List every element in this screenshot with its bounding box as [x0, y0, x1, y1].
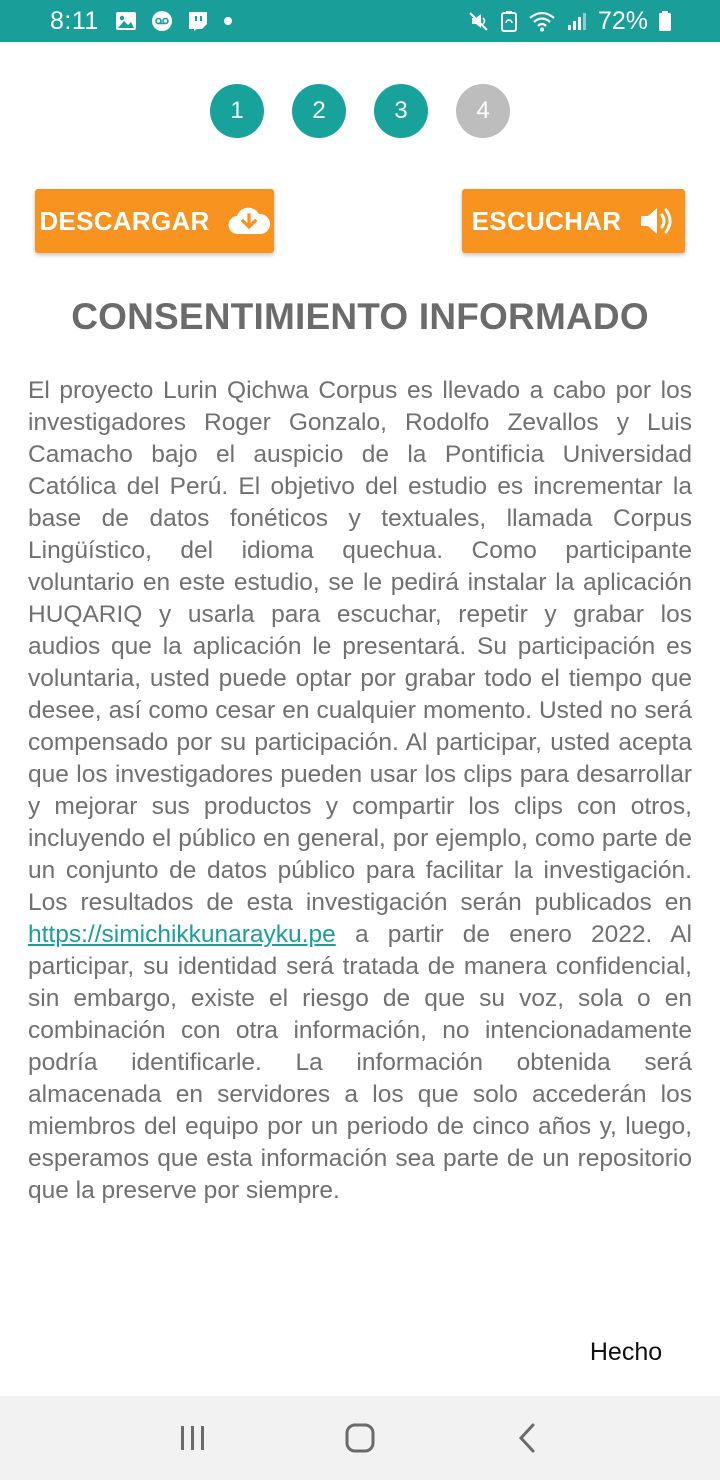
battery-percent: 72% [597, 6, 648, 35]
page-title: CONSENTIMIENTO INFORMADO [71, 296, 649, 337]
step-1: 1 [210, 84, 264, 138]
signal-icon [566, 10, 588, 32]
system-icons: 72% [468, 7, 672, 36]
battery-saver-icon [500, 10, 518, 32]
image-icon [115, 11, 137, 31]
back-icon [515, 1422, 539, 1454]
volume-icon [639, 205, 675, 237]
consent-text-part-1: El proyecto Lurin Qichwa Corpus es lleva… [28, 377, 692, 916]
home-icon [344, 1422, 376, 1454]
website-link[interactable]: https://simichikkunarayku.pe [28, 921, 336, 948]
mute-icon [468, 10, 490, 32]
voicemail-icon [151, 10, 173, 32]
consent-text-part-2: a partir de enero 2022. Al participar, s… [28, 921, 692, 1204]
step-indicator: 1 2 3 4 [0, 84, 720, 138]
wifi-icon [528, 10, 556, 32]
cloud-download-icon [228, 206, 270, 236]
download-button-label: DESCARGAR [39, 205, 210, 236]
navigation-bar [0, 1396, 720, 1480]
back-button[interactable] [497, 1408, 557, 1468]
listen-button-label: ESCUCHAR [471, 205, 622, 236]
recents-button[interactable] [163, 1408, 223, 1468]
battery-icon [658, 10, 672, 32]
status-bar: 8:11 72% [0, 0, 720, 42]
step-4: 4 [456, 84, 510, 138]
status-time: 8:11 [50, 6, 99, 35]
notification-icons [115, 10, 233, 32]
recents-icon [178, 1424, 208, 1452]
download-button[interactable]: DESCARGAR [35, 189, 274, 253]
home-button[interactable] [330, 1408, 390, 1468]
dot-icon [223, 16, 233, 26]
twitch-icon [187, 10, 209, 32]
consent-text: El proyecto Lurin Qichwa Corpus es lleva… [28, 375, 692, 1207]
listen-button[interactable]: ESCUCHAR [462, 189, 685, 253]
done-button[interactable]: Hecho [572, 1332, 680, 1372]
step-2: 2 [292, 84, 346, 138]
step-3: 3 [374, 84, 428, 138]
